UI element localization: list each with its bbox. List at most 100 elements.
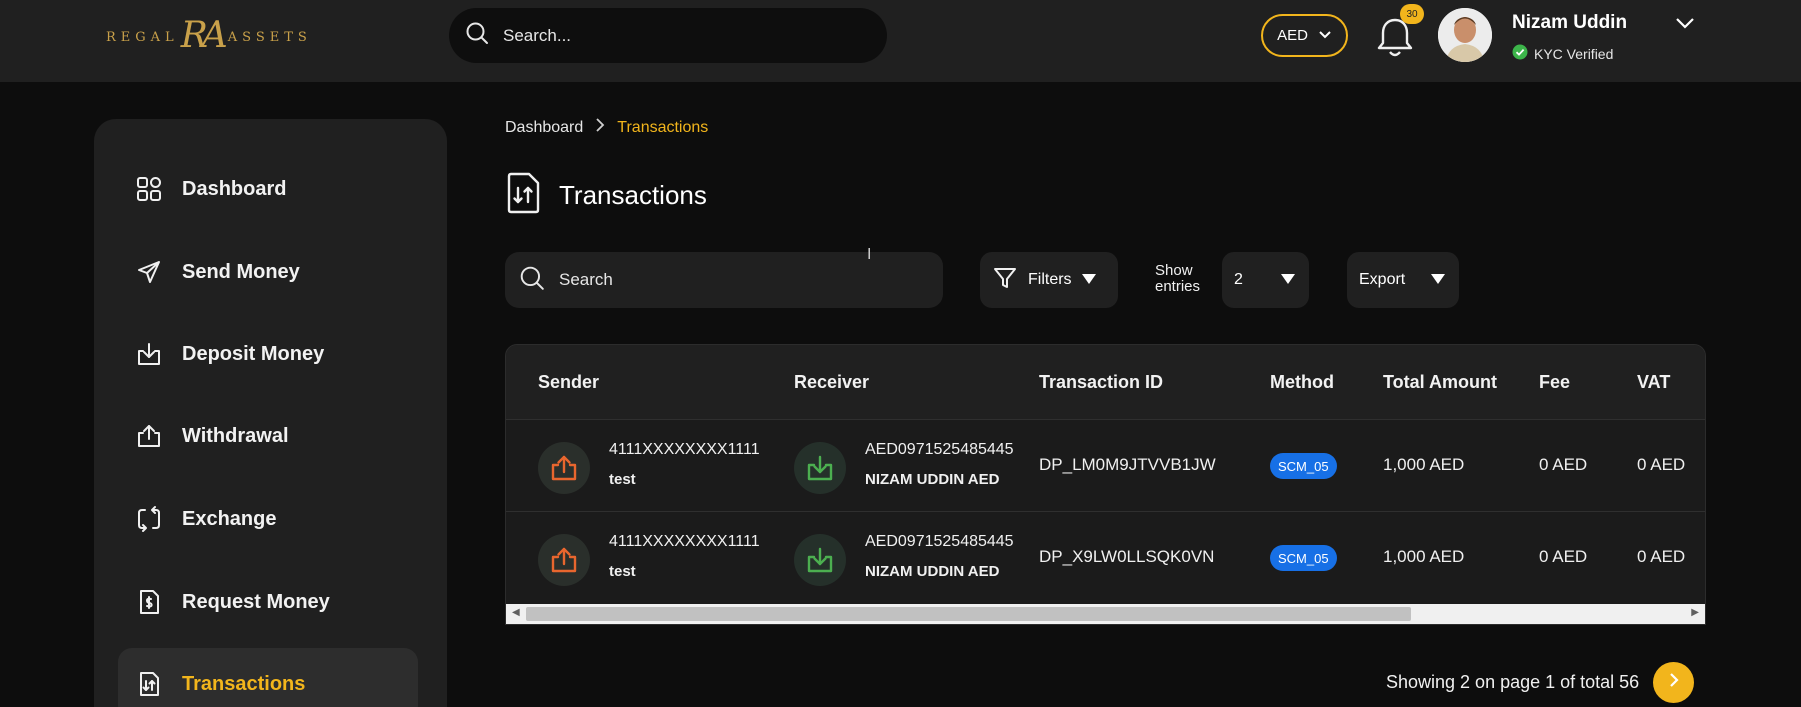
transactions-search-input[interactable]: Search xyxy=(505,252,943,308)
sidebar-item-dashboard[interactable]: Dashboard xyxy=(118,153,418,225)
caret-down-icon xyxy=(1281,271,1295,289)
fee: 0 AED xyxy=(1539,547,1588,566)
sidebar-item-label: Withdrawal xyxy=(182,424,289,447)
show-entries-label: Show entries xyxy=(1155,263,1200,295)
user-name: Nizam Uddin xyxy=(1512,12,1628,33)
transaction-id[interactable]: DP_LM0M9JTVVB1JW xyxy=(1039,455,1216,475)
caret-down-icon xyxy=(1081,271,1096,289)
receiver-download-icon xyxy=(794,534,846,586)
sender-name: test xyxy=(609,563,636,580)
column-header-transaction-id: Transaction ID xyxy=(1039,372,1164,392)
currency-value: AED xyxy=(1277,27,1308,44)
transaction-id[interactable]: DP_X9LW0LLSQK0VN xyxy=(1039,547,1214,567)
breadcrumb: Dashboard Transactions xyxy=(505,117,708,138)
scroll-right-arrow-icon[interactable]: ▶ xyxy=(1691,607,1699,618)
vat: 0 AED xyxy=(1637,455,1686,474)
total-amount: 1,000 AED xyxy=(1383,455,1465,474)
table-row[interactable]: 4111XXXXXXXX1111 test AED0971525485445 N… xyxy=(506,513,1705,604)
filters-label: Filters xyxy=(1028,271,1072,288)
upload-tray-icon xyxy=(134,421,164,451)
receiver-name: NIZAM UDDIN AED xyxy=(865,563,1000,580)
sidebar-item-label: Transactions xyxy=(182,672,306,695)
sidebar-item-deposit-money[interactable]: Deposit Money xyxy=(118,318,418,390)
global-search-input[interactable]: Search... xyxy=(449,8,887,63)
kyc-status: KYC Verified xyxy=(1512,44,1613,63)
transactions-table: Sender Receiver Transaction ID Method To… xyxy=(505,344,1706,625)
sender-account: 4111XXXXXXXX1111 xyxy=(609,533,760,550)
chevron-right-icon xyxy=(1667,671,1681,694)
sidebar-item-label: Dashboard xyxy=(182,177,287,200)
chevron-down-icon xyxy=(1318,27,1332,44)
sidebar-item-exchange[interactable]: Exchange xyxy=(118,483,418,555)
sidebar-item-label: Deposit Money xyxy=(182,342,325,365)
transactions-document-icon xyxy=(505,172,541,219)
column-header-method: Method xyxy=(1270,372,1334,392)
vat: 0 AED xyxy=(1637,547,1686,566)
receiver-download-icon xyxy=(794,442,846,494)
sidebar-item-transactions[interactable]: Transactions xyxy=(118,648,418,707)
filters-button[interactable]: Filters xyxy=(980,252,1118,308)
caret-down-icon xyxy=(1431,271,1445,289)
entries-per-page-select[interactable]: 2 xyxy=(1222,252,1309,308)
search-icon xyxy=(465,21,489,50)
method-badge: SCM_05 xyxy=(1270,545,1337,571)
currency-selector[interactable]: AED xyxy=(1261,14,1348,57)
column-header-fee: Fee xyxy=(1539,372,1571,392)
sidebar-item-request-money[interactable]: Request Money xyxy=(118,566,418,638)
column-header-receiver: Receiver xyxy=(794,372,870,392)
next-page-button[interactable] xyxy=(1653,662,1694,703)
column-header-total-amount: Total Amount xyxy=(1383,372,1497,392)
entries-value: 2 xyxy=(1234,271,1243,288)
search-icon xyxy=(519,265,545,296)
show-entries-label-line2: entries xyxy=(1155,278,1201,295)
user-menu-chevron-down-icon[interactable] xyxy=(1674,14,1696,37)
logo-word-left: REGAL xyxy=(106,29,179,45)
avatar[interactable] xyxy=(1438,8,1492,62)
receiver-account: AED0971525485445 xyxy=(865,533,1014,550)
total-amount: 1,000 AED xyxy=(1383,547,1465,566)
chevron-right-icon xyxy=(595,117,605,138)
sidebar-item-send-money[interactable]: Send Money xyxy=(118,236,418,308)
receiver-name: NIZAM UDDIN AED xyxy=(865,471,1000,488)
check-circle-icon xyxy=(1512,44,1528,63)
sender-account: 4111XXXXXXXX1111 xyxy=(609,441,760,458)
grid-icon xyxy=(134,174,164,204)
sidebar-item-label: Request Money xyxy=(182,590,330,613)
top-bar: REGAL RA ASSETS Search... AED 30 Nizam U… xyxy=(0,0,1801,82)
sidebar-item-label: Exchange xyxy=(182,507,277,530)
export-label: Export xyxy=(1359,271,1406,288)
transactions-document-icon xyxy=(134,669,164,699)
scrollbar-thumb[interactable] xyxy=(526,607,1411,621)
logo-monogram: RA xyxy=(180,14,228,56)
sender-upload-icon xyxy=(538,442,590,494)
brand-logo[interactable]: REGAL RA ASSETS xyxy=(106,14,312,60)
column-header-sender: Sender xyxy=(538,372,600,392)
export-button[interactable]: Export xyxy=(1347,252,1459,308)
breadcrumb-dashboard-link[interactable]: Dashboard xyxy=(505,119,583,137)
column-header-vat: VAT xyxy=(1637,372,1671,392)
download-tray-icon xyxy=(134,339,164,369)
sidebar-item-withdrawal[interactable]: Withdrawal xyxy=(118,400,418,472)
receiver-account: AED0971525485445 xyxy=(865,441,1014,458)
fee: 0 AED xyxy=(1539,455,1588,474)
global-search-placeholder: Search... xyxy=(503,25,572,45)
notification-count-badge: 30 xyxy=(1400,4,1424,24)
breadcrumb-current: Transactions xyxy=(617,118,709,136)
exchange-icon xyxy=(134,504,164,534)
pagination-summary: Showing 2 on page 1 of total 56 xyxy=(1386,672,1640,692)
page-header: Transactions xyxy=(505,172,707,219)
method-badge: SCM_05 xyxy=(1270,453,1337,479)
send-icon xyxy=(134,257,164,287)
transactions-search-placeholder: Search xyxy=(559,270,613,289)
logo-word-right: ASSETS xyxy=(227,29,312,45)
request-document-icon xyxy=(134,587,164,617)
sender-upload-icon xyxy=(538,534,590,586)
scroll-left-arrow-icon[interactable]: ◀ xyxy=(512,607,520,618)
filter-icon xyxy=(992,265,1018,296)
page-title: Transactions xyxy=(559,180,707,210)
horizontal-scrollbar[interactable]: ◀ ▶ xyxy=(506,604,1705,624)
table-row[interactable]: 4111XXXXXXXX1111 test AED0971525485445 N… xyxy=(506,421,1705,512)
kyc-status-label: KYC Verified xyxy=(1534,45,1614,62)
sender-name: test xyxy=(609,471,636,488)
text-cursor-icon: I xyxy=(867,246,872,263)
